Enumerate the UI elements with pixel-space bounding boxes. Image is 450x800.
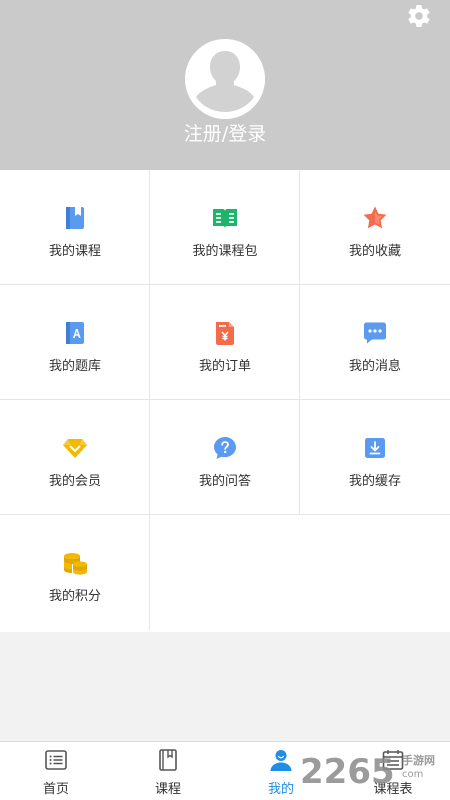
menu-item-label: 我的收藏 — [348, 244, 401, 259]
menu-item-label: 我的消息 — [348, 359, 401, 374]
menu-item-label: 我的问答 — [198, 474, 251, 489]
question-bank-icon — [66, 322, 84, 344]
person-icon — [270, 750, 292, 771]
coin-stack-icon — [64, 553, 87, 575]
download-icon — [365, 438, 385, 458]
menu-item-label: 我的课程 — [48, 244, 101, 259]
gear-icon — [408, 5, 430, 27]
menu-item-label: 我的订单 — [198, 359, 251, 374]
avatar[interactable] — [185, 39, 265, 119]
menu-item-my-messages[interactable]: 我的消息 — [300, 285, 450, 400]
watermark-number: 2265 — [300, 752, 395, 792]
menu-item-label: 我的积分 — [48, 589, 101, 604]
tab-home[interactable]: 首页 — [0, 742, 112, 800]
watermark-brand: 手游网 — [402, 754, 435, 767]
menu-item-label: 我的缓存 — [348, 474, 401, 489]
menu-item-my-favorites[interactable]: 我的收藏 — [300, 170, 450, 285]
watermark: 2265 手游网 com — [300, 752, 448, 792]
book-icon — [66, 207, 84, 229]
menu-item-label: 我的会员 — [48, 474, 101, 489]
login-register-link[interactable]: 注册/登录 — [0, 120, 450, 148]
menu-item-label: 我的课程包 — [192, 244, 258, 259]
profile-header: 注册/登录 — [0, 0, 450, 170]
menu-item-my-points[interactable]: 我的积分 — [0, 515, 150, 630]
menu-item-my-membership[interactable]: 我的会员 — [0, 400, 150, 515]
menu-item-my-downloads[interactable]: 我的缓存 — [300, 400, 450, 515]
menu-grid: 我的课程 我的课程包 我的收藏 我的题库 我的订单 我的消息 我的会员 我的问答… — [0, 170, 450, 632]
menu-item-my-orders[interactable]: 我的订单 — [150, 285, 300, 400]
tab-label: 课程 — [154, 782, 181, 797]
tab-label: 首页 — [42, 782, 69, 797]
course-book-icon — [159, 749, 177, 771]
message-bubble-icon — [364, 322, 386, 344]
list-icon — [45, 750, 67, 770]
vip-badge-icon — [63, 439, 87, 458]
menu-item-my-courses[interactable]: 我的课程 — [0, 170, 150, 285]
star-icon — [363, 206, 387, 229]
order-document-icon — [216, 322, 234, 345]
menu-item-my-qa[interactable]: 我的问答 — [150, 400, 300, 515]
open-book-icon — [213, 209, 237, 228]
menu-item-my-course-packages[interactable]: 我的课程包 — [150, 170, 300, 285]
menu-item-my-question-bank[interactable]: 我的题库 — [0, 285, 150, 400]
question-bubble-icon — [214, 437, 236, 459]
watermark-domain: com — [402, 769, 424, 780]
tab-courses[interactable]: 课程 — [112, 742, 224, 800]
settings-button[interactable] — [406, 3, 432, 29]
menu-item-label: 我的题库 — [48, 359, 101, 374]
default-avatar-icon — [185, 39, 265, 119]
